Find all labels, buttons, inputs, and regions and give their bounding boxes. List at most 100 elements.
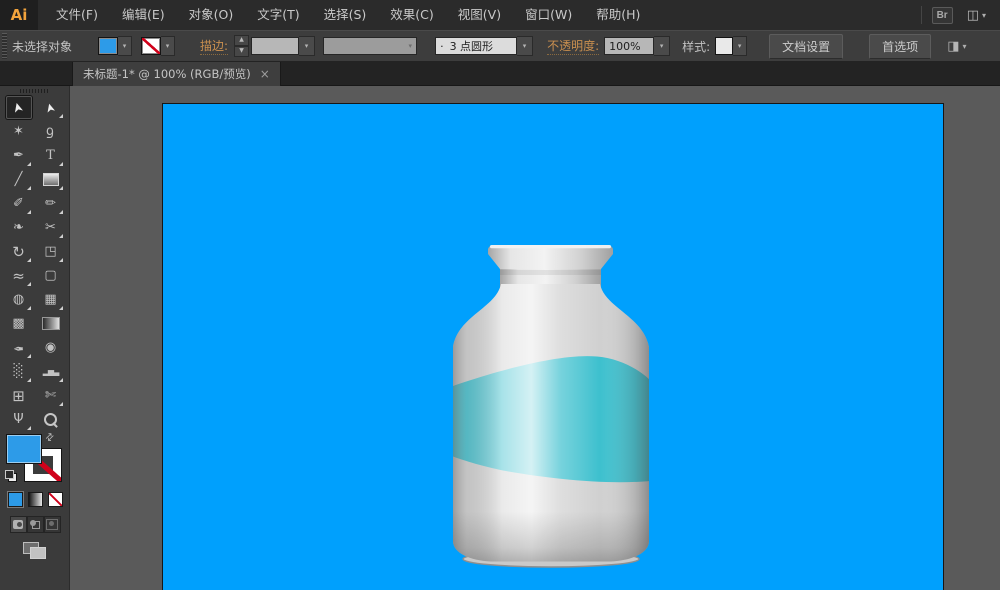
chevron-down-icon[interactable]: ▾ (517, 36, 534, 56)
line-segment-tool[interactable]: ╱ (6, 168, 32, 191)
eyedropper-tool[interactable]: ✒ (6, 336, 32, 359)
style-swatch[interactable] (715, 37, 734, 55)
stroke-panel-link[interactable]: 描边: (200, 37, 229, 55)
chevron-down-icon: ▾ (981, 10, 986, 20)
shape-builder-tool[interactable]: ◍ (6, 288, 32, 311)
width-icon: ≈ (12, 266, 25, 285)
menu-help[interactable]: 帮助(H) (584, 0, 652, 30)
fill-proxy-swatch[interactable] (6, 434, 42, 464)
document-setup-button[interactable]: 文档设置 (769, 33, 844, 59)
blob-brush-icon: ❧ (13, 220, 24, 235)
direct-selection-icon: ➤ (42, 100, 59, 115)
free-transform-tool[interactable]: ▢ (38, 264, 64, 287)
blend-tool[interactable]: ◉ (38, 336, 64, 359)
draw-normal-button[interactable] (9, 516, 27, 533)
close-icon[interactable]: × (260, 68, 270, 80)
screen-mode-control (0, 542, 70, 559)
hand-icon: Ψ (13, 412, 24, 427)
hand-tool[interactable]: Ψ (6, 408, 32, 431)
pen-tool[interactable]: ✒ (6, 144, 32, 167)
menu-type[interactable]: 文字(T) (245, 0, 311, 30)
panel-grip[interactable] (2, 33, 7, 59)
stroke-none-swatch[interactable] (141, 37, 162, 55)
canvas-area[interactable] (70, 86, 1000, 590)
menu-edit[interactable]: 编辑(E) (110, 0, 177, 30)
magic-wand-tool[interactable]: ✶ (6, 120, 32, 143)
direct-selection-tool[interactable]: ➤ (38, 96, 64, 119)
draw-behind-button[interactable] (26, 516, 44, 533)
mesh-tool[interactable]: ▩ (6, 312, 32, 335)
bridge-button[interactable]: Br (931, 6, 953, 24)
width-tool[interactable]: ≈ (6, 264, 32, 287)
chevron-down-icon[interactable]: ▾ (118, 36, 133, 56)
column-graph-tool[interactable]: ▂▅▃ (38, 360, 64, 383)
none-button[interactable] (47, 492, 63, 507)
workspace-switcher[interactable]: ◫ ▾ (967, 8, 986, 23)
panel-drag-handle[interactable] (19, 89, 50, 93)
rotate-icon: ↻ (12, 242, 25, 261)
fill-color-control[interactable]: ▾ (98, 36, 133, 56)
paintbrush-icon: ✐ (13, 196, 24, 211)
screen-mode-icon[interactable] (23, 542, 47, 559)
app-logo: Ai (0, 0, 38, 30)
bottle-cap-lip[interactable] (488, 245, 613, 269)
paintbrush-tool[interactable]: ✐ (6, 192, 32, 215)
artboard[interactable] (162, 103, 944, 590)
slice-tool[interactable]: ✄ (38, 384, 64, 407)
stroke-weight-input[interactable] (251, 37, 300, 55)
stroke-color-control[interactable]: ▾ (141, 36, 176, 56)
type-tool[interactable]: T (38, 144, 64, 167)
stepper-up-icon[interactable]: ▲ (234, 35, 250, 46)
stroke-weight-stepper[interactable]: ▲ ▼ (234, 35, 250, 57)
flyout-indicator (26, 210, 31, 214)
menu-select[interactable]: 选择(S) (312, 0, 379, 30)
opacity-input[interactable]: 100% (604, 37, 655, 55)
swap-fill-stroke-icon[interactable]: ⇄ (43, 431, 57, 445)
chevron-down-icon[interactable]: ▾ (299, 36, 316, 56)
flyout-indicator (58, 306, 63, 310)
stepper-down-icon[interactable]: ▼ (234, 46, 250, 57)
rotate-tool[interactable]: ↻ (6, 240, 32, 263)
rectangle-tool[interactable] (38, 168, 64, 191)
fill-color-swatch[interactable] (98, 37, 119, 55)
preferences-button[interactable]: 首选项 (869, 33, 932, 59)
chevron-down-icon[interactable]: ▾ (654, 36, 671, 56)
gradient-button[interactable] (27, 492, 43, 507)
brush-definition-select[interactable]: · 3 点圆形 (435, 37, 518, 55)
menu-view[interactable]: 视图(V) (446, 0, 513, 30)
menu-window[interactable]: 窗口(W) (513, 0, 584, 30)
menu-effect[interactable]: 效果(C) (378, 0, 445, 30)
default-fill-stroke-icon[interactable] (5, 470, 17, 482)
scale-tool[interactable]: ◳ (38, 240, 64, 263)
flyout-indicator (58, 402, 63, 406)
draw-normal-icon (13, 520, 23, 529)
blob-brush-tool[interactable]: ❧ (6, 216, 32, 239)
symbol-sprayer-icon: ░ (13, 364, 24, 379)
flyout-indicator (58, 114, 63, 118)
symbol-sprayer-tool[interactable]: ░ (6, 360, 32, 383)
lasso-tool[interactable]: ϱ (38, 120, 64, 143)
control-panel-menu[interactable]: ◨ ▾ (947, 39, 966, 54)
document-title: 未标题-1* @ 100% (RGB/预览) (83, 67, 251, 81)
gradient-tool[interactable] (38, 312, 64, 335)
selection-tool[interactable]: ➤ (5, 96, 32, 119)
flyout-indicator (26, 378, 31, 382)
artboard-tool[interactable]: ⊞ (6, 384, 32, 407)
perspective-grid-tool[interactable]: ▦ (38, 288, 64, 311)
scissors-tool[interactable]: ✂ (38, 216, 64, 239)
document-tab[interactable]: 未标题-1* @ 100% (RGB/预览) × (72, 62, 281, 86)
pencil-tool[interactable]: ✏ (38, 192, 64, 215)
draw-inside-button[interactable] (43, 516, 61, 533)
zoom-tool[interactable] (38, 408, 64, 431)
width-profile-select[interactable]: ▾ (323, 37, 418, 55)
menu-file[interactable]: 文件(F) (44, 0, 110, 30)
color-button[interactable] (7, 492, 23, 507)
brush-definition-value: 3 点圆形 (449, 40, 494, 53)
opacity-panel-link[interactable]: 不透明度: (547, 37, 600, 55)
artwork-bottle[interactable] (163, 104, 943, 590)
workspace-icon: ◫ (966, 7, 979, 23)
menu-object[interactable]: 对象(O) (177, 0, 246, 30)
chevron-down-icon[interactable]: ▾ (161, 36, 176, 56)
chevron-down-icon[interactable]: ▾ (733, 36, 748, 56)
magic-wand-icon: ✶ (13, 124, 24, 139)
